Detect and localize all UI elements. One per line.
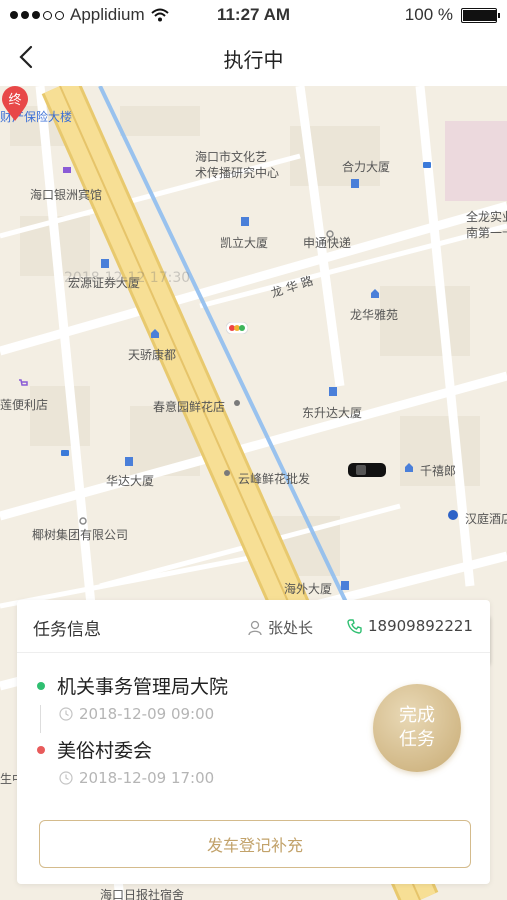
metro-icon bbox=[448, 510, 458, 520]
house-icon bbox=[151, 329, 159, 338]
map-label: 术传播研究中心 bbox=[195, 166, 280, 180]
hotel-icon bbox=[63, 167, 71, 173]
start-time: 2018-12-09 09:00 bbox=[79, 705, 215, 723]
traffic-light-icon bbox=[226, 322, 248, 334]
map-label: 天骄康都 bbox=[128, 348, 177, 362]
person-icon bbox=[248, 620, 262, 635]
map-label: 千禧郎 bbox=[420, 464, 457, 478]
map-label: 莲便利店 bbox=[0, 398, 49, 412]
map-label: 东升达大厦 bbox=[302, 406, 363, 420]
house-icon bbox=[405, 463, 413, 472]
map-label: 龙华雅苑 bbox=[350, 308, 399, 322]
task-header-title: 任务信息 bbox=[33, 620, 101, 640]
route-connector bbox=[40, 705, 41, 733]
start-stop: 机关事务管理局大院 2018-12-09 09:00 bbox=[37, 672, 228, 723]
end-location: 美俗村委会 bbox=[57, 740, 153, 762]
contact-phone[interactable]: 18909892221 bbox=[347, 617, 473, 635]
clock-icon bbox=[59, 771, 73, 785]
building-icon bbox=[241, 217, 249, 226]
building-icon bbox=[341, 581, 349, 590]
map-label: 海口市文化艺 bbox=[195, 150, 268, 164]
clock-icon bbox=[59, 707, 73, 721]
complete-task-label-2: 任务 bbox=[399, 729, 435, 750]
ghost-timestamp: 2018-12-12 17:30 bbox=[64, 270, 191, 286]
map-label: 春意园鲜花店 bbox=[153, 400, 226, 414]
complete-task-button[interactable]: 完成 任务 bbox=[373, 684, 461, 772]
map-label: 南第一卡 bbox=[466, 226, 507, 240]
end-marker-icon: 终 bbox=[2, 86, 28, 121]
building-icon bbox=[329, 387, 337, 396]
building-icon bbox=[351, 179, 359, 188]
map-label: 合力大厦 bbox=[342, 160, 391, 174]
start-time-row: 2018-12-09 09:00 bbox=[59, 705, 228, 723]
location-dot-icon bbox=[79, 517, 87, 525]
house-icon bbox=[371, 289, 379, 298]
end-time: 2018-12-09 17:00 bbox=[79, 769, 215, 787]
location-dot-icon bbox=[326, 230, 334, 238]
phone-icon bbox=[347, 619, 362, 634]
end-dot-icon bbox=[37, 745, 45, 754]
contact-phone-number: 18909892221 bbox=[368, 617, 473, 635]
map-label: 华达大厦 bbox=[106, 474, 155, 488]
map-label: 汉庭酒店 bbox=[465, 512, 507, 526]
supplement-registration-button[interactable]: 发车登记补充 bbox=[39, 820, 471, 868]
building-icon bbox=[101, 259, 109, 268]
contact-name: 张处长 bbox=[268, 619, 314, 637]
map-label: 凯立大厦 bbox=[220, 236, 269, 250]
bus-icon bbox=[61, 450, 69, 456]
map-label: 椰树集团有限公司 bbox=[32, 528, 129, 542]
contact-person: 张处长 bbox=[247, 617, 313, 638]
building-icon bbox=[125, 457, 133, 466]
map-label: 云峰鲜花批发 bbox=[238, 472, 311, 486]
battery-area: 100 % bbox=[404, 5, 500, 25]
bus-icon bbox=[423, 162, 431, 168]
task-header: 任务信息 张处长 18909892221 bbox=[17, 600, 490, 653]
battery-percent: 100 % bbox=[404, 5, 453, 24]
shopping-cart-icon bbox=[19, 379, 28, 386]
battery-icon bbox=[461, 7, 500, 23]
navigation-bar: 执行中 bbox=[0, 30, 507, 86]
end-time-row: 2018-12-09 17:00 bbox=[59, 769, 214, 787]
start-dot-icon bbox=[37, 681, 45, 690]
status-bar: Applidium 11:27 AM 100 % bbox=[0, 0, 507, 30]
task-info-card: 任务信息 张处长 18909892221 机关事务管理局大院 2018-12-0… bbox=[17, 600, 490, 884]
map-label: 海口日报社宿舍 bbox=[100, 888, 185, 900]
map-label: 海口银洲宾馆 bbox=[30, 188, 103, 202]
end-marker-label: 终 bbox=[8, 92, 21, 108]
complete-task-label-1: 完成 bbox=[399, 705, 435, 726]
map-label: 海外大厦 bbox=[284, 582, 333, 596]
flower-icon bbox=[234, 400, 240, 406]
flower-icon bbox=[224, 470, 230, 476]
map-label: 全龙实业 bbox=[466, 210, 507, 224]
page-title: 执行中 bbox=[223, 48, 284, 72]
end-stop: 美俗村委会 2018-12-09 17:00 bbox=[37, 736, 214, 787]
start-location: 机关事务管理局大院 bbox=[57, 676, 229, 698]
